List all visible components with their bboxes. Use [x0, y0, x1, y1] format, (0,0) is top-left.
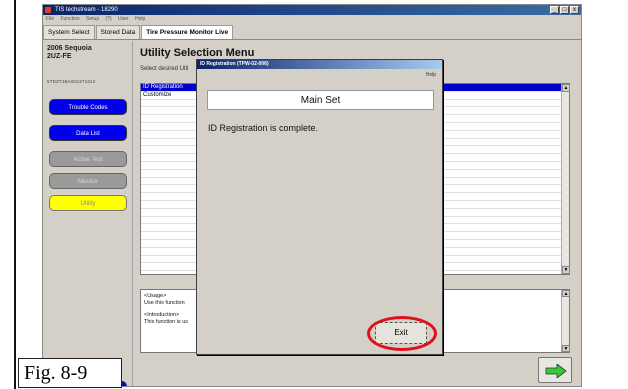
menubar: File Function Setup (?) User Help [43, 15, 581, 24]
list-scrollbar[interactable]: ▲ ▼ [561, 84, 570, 274]
window-controls: _ □ x [550, 6, 579, 14]
info-scrollbar[interactable]: ▲ ▼ [561, 290, 570, 352]
minimize-button[interactable]: _ [550, 6, 559, 14]
page-subtitle: Select desired Util [140, 66, 189, 72]
scroll-up-icon[interactable]: ▲ [562, 84, 570, 92]
menu-unknown[interactable]: (?) [106, 16, 112, 22]
window-titlebar: TIS techstream - 18290 _ □ x [43, 5, 581, 15]
tab-system-select[interactable]: System Select [43, 25, 95, 39]
dialog-title: ID Registration (TPW-02-006) [197, 60, 442, 69]
dialog-message: ID Registration is complete. [208, 123, 319, 133]
next-button[interactable] [538, 357, 572, 383]
trouble-codes-button[interactable]: Trouble Codes [49, 99, 127, 115]
vehicle-vin: 5TDZT38A06S271612 [47, 79, 96, 84]
forward-arrow-icon [545, 364, 567, 378]
figure-label: Fig. 8-9 [18, 358, 122, 388]
dialog-help-link[interactable]: Help [426, 72, 436, 78]
tab-bar: System Select Stored Data Tire Pressure … [43, 25, 581, 40]
info-scroll-down-icon[interactable]: ▼ [562, 345, 570, 352]
app-icon [45, 7, 51, 13]
menu-help[interactable]: Help [135, 16, 145, 22]
vehicle-engine: 2UZ-FE [47, 53, 72, 60]
id-registration-dialog: ID Registration (TPW-02-006) Help Main S… [196, 59, 443, 355]
active-test-button[interactable]: Active Test [49, 151, 127, 167]
window-title: TIS techstream - 18290 [55, 7, 118, 13]
menu-setup[interactable]: Setup [86, 16, 99, 22]
tab-tire-pressure-monitor-live[interactable]: Tire Pressure Monitor Live [141, 25, 234, 39]
exit-highlight-ring [367, 316, 437, 351]
scroll-down-icon[interactable]: ▼ [562, 266, 570, 274]
utility-button[interactable]: Utility [49, 195, 127, 211]
vehicle-model: 2006 Sequoia [47, 45, 92, 52]
menu-user[interactable]: User [118, 16, 129, 22]
data-list-button[interactable]: Data List [49, 125, 127, 141]
menu-file[interactable]: File [46, 16, 54, 22]
tab-stored-data[interactable]: Stored Data [95, 25, 141, 39]
sidebar: 2006 Sequoia 2UZ-FE 5TDZT38A06S271612 Tr… [43, 41, 133, 386]
vehicle-info: 2006 Sequoia 2UZ-FE [47, 45, 92, 61]
page-title: Utility Selection Menu [140, 47, 255, 59]
dialog-header: Main Set [207, 90, 434, 110]
monitor-button[interactable]: Monitor [49, 173, 127, 189]
close-button[interactable]: x [570, 6, 579, 14]
menu-function[interactable]: Function [60, 16, 79, 22]
info-scroll-up-icon[interactable]: ▲ [562, 290, 570, 297]
maximize-button[interactable]: □ [560, 6, 569, 14]
